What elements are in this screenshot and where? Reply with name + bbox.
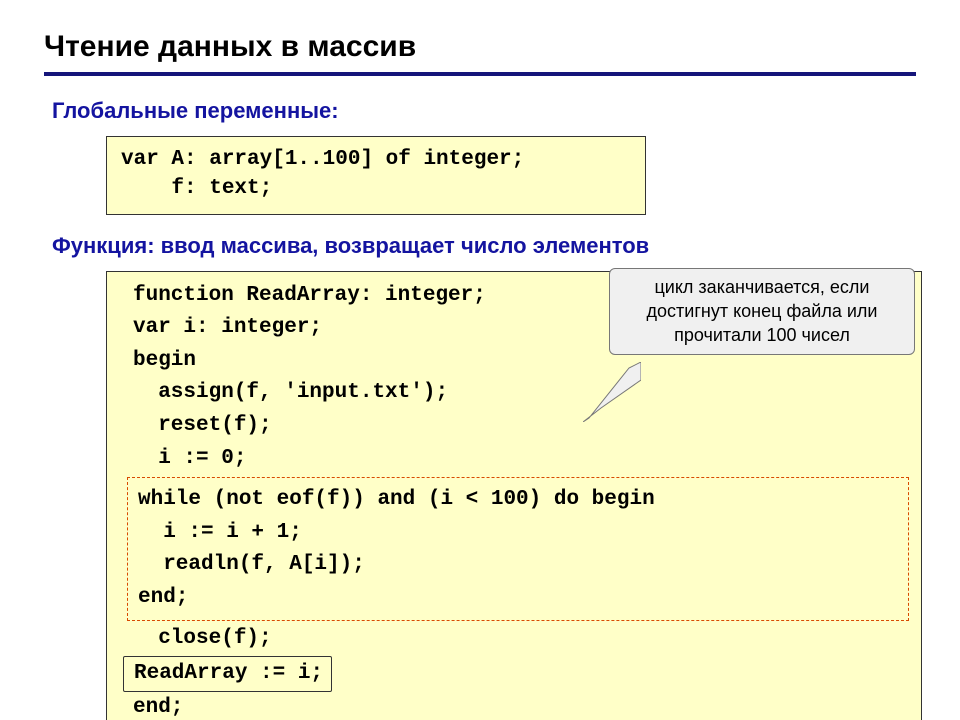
- code-line: assign(f, 'input.txt');: [133, 377, 903, 410]
- code-line: reset(f);: [133, 410, 903, 443]
- highlight-return-line: ReadArray := i;: [123, 656, 332, 693]
- code-function: цикл заканчивается, если достигнут конец…: [106, 271, 922, 720]
- code-line: end;: [133, 692, 903, 720]
- code-line: end;: [138, 582, 898, 615]
- code-line: f: text;: [121, 174, 631, 203]
- title-underline: [44, 72, 916, 76]
- highlight-loop-block: while (not eof(f)) and (i < 100) do begi…: [127, 477, 909, 621]
- code-line: while (not eof(f)) and (i < 100) do begi…: [138, 484, 898, 517]
- code-line: i := 0;: [133, 443, 903, 476]
- code-line: var A: array[1..100] of integer;: [121, 145, 631, 174]
- code-global-vars: var A: array[1..100] of integer; f: text…: [106, 136, 646, 215]
- page-title: Чтение данных в массив: [44, 30, 916, 64]
- section-function-label: Функция: ввод массива, возвращает число …: [52, 233, 916, 259]
- code-line: i := i + 1;: [138, 517, 898, 550]
- section-global-vars-label: Глобальные переменные:: [52, 98, 916, 124]
- code-line: close(f);: [133, 623, 903, 656]
- callout-note: цикл заканчивается, если достигнут конец…: [609, 268, 915, 355]
- code-line: ReadArray := i;: [133, 656, 903, 693]
- code-line: readln(f, A[i]);: [138, 549, 898, 582]
